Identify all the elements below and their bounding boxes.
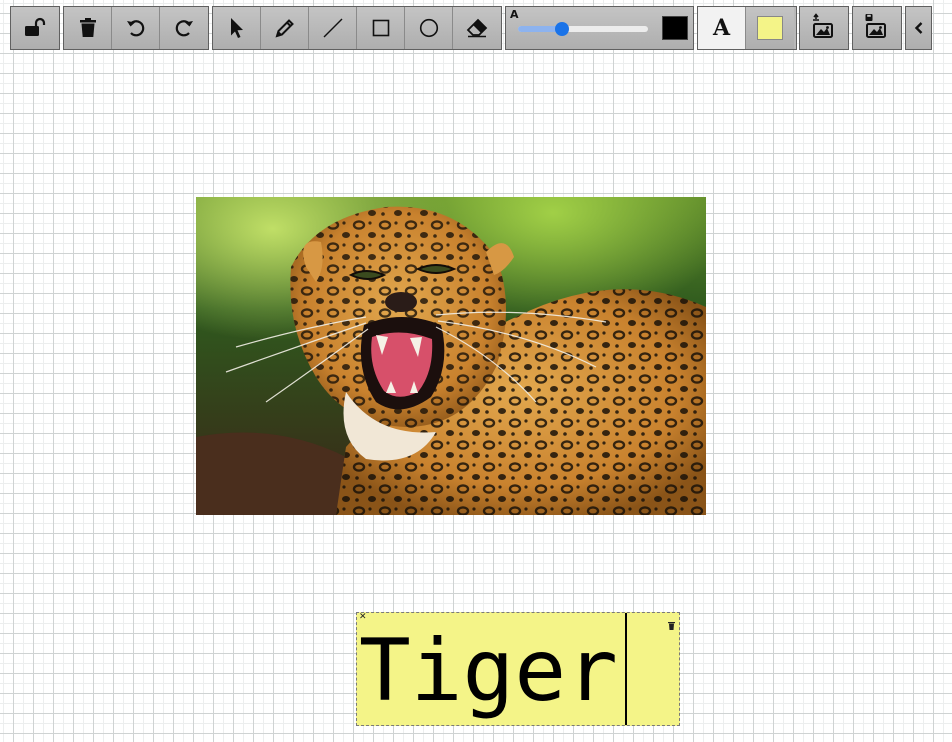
stroke-size-slider[interactable] <box>518 26 648 32</box>
text-tool-button[interactable]: A <box>698 7 746 49</box>
trash-icon <box>79 18 97 38</box>
circle-tool-button[interactable] <box>405 7 453 49</box>
upload-image-icon <box>811 13 837 43</box>
rectangle-tool-button[interactable] <box>357 7 405 49</box>
eraser-tool-button[interactable] <box>453 7 501 49</box>
stroke-color-swatch[interactable] <box>662 16 688 40</box>
stroke-settings-group: A <box>505 6 694 50</box>
text-caret <box>625 613 627 725</box>
history-group <box>63 6 209 50</box>
save-group <box>852 6 902 50</box>
fill-color-button[interactable] <box>746 7 794 49</box>
undo-button[interactable] <box>112 7 160 49</box>
upload-image-button[interactable] <box>800 7 848 49</box>
save-image-icon <box>864 13 890 43</box>
size-label: A <box>510 8 519 21</box>
chevron-left-icon <box>913 21 925 35</box>
slider-thumb[interactable] <box>555 22 570 36</box>
circle-icon <box>418 17 440 39</box>
trash-icon[interactable] <box>668 615 675 634</box>
redo-button[interactable] <box>160 7 208 49</box>
pencil-tool-button[interactable] <box>261 7 309 49</box>
select-tool-button[interactable] <box>213 7 261 49</box>
rectangle-icon <box>371 18 391 38</box>
eraser-icon <box>466 18 488 38</box>
redo-icon <box>173 17 195 39</box>
collapse-toolbar-button[interactable] <box>906 7 931 49</box>
select-arrow-icon <box>229 17 245 39</box>
leopard-photo[interactable] <box>196 197 706 515</box>
collapse-group <box>905 6 932 50</box>
lock-group <box>10 6 60 50</box>
text-box[interactable]: ✕ Tiger <box>356 612 680 726</box>
pencil-icon <box>274 17 296 39</box>
upload-group <box>799 6 849 50</box>
line-tool-button[interactable] <box>309 7 357 49</box>
unlock-icon <box>24 17 46 39</box>
tools-group <box>212 6 502 50</box>
text-group: A <box>697 6 797 50</box>
undo-icon <box>125 17 147 39</box>
text-tool-label: A <box>712 15 731 41</box>
save-image-button[interactable] <box>853 7 901 49</box>
lock-button[interactable] <box>11 7 59 49</box>
clear-canvas-button[interactable] <box>64 7 112 49</box>
line-icon <box>322 17 344 39</box>
text-box-content[interactable]: Tiger <box>359 621 618 721</box>
fill-color-swatch <box>757 16 783 40</box>
